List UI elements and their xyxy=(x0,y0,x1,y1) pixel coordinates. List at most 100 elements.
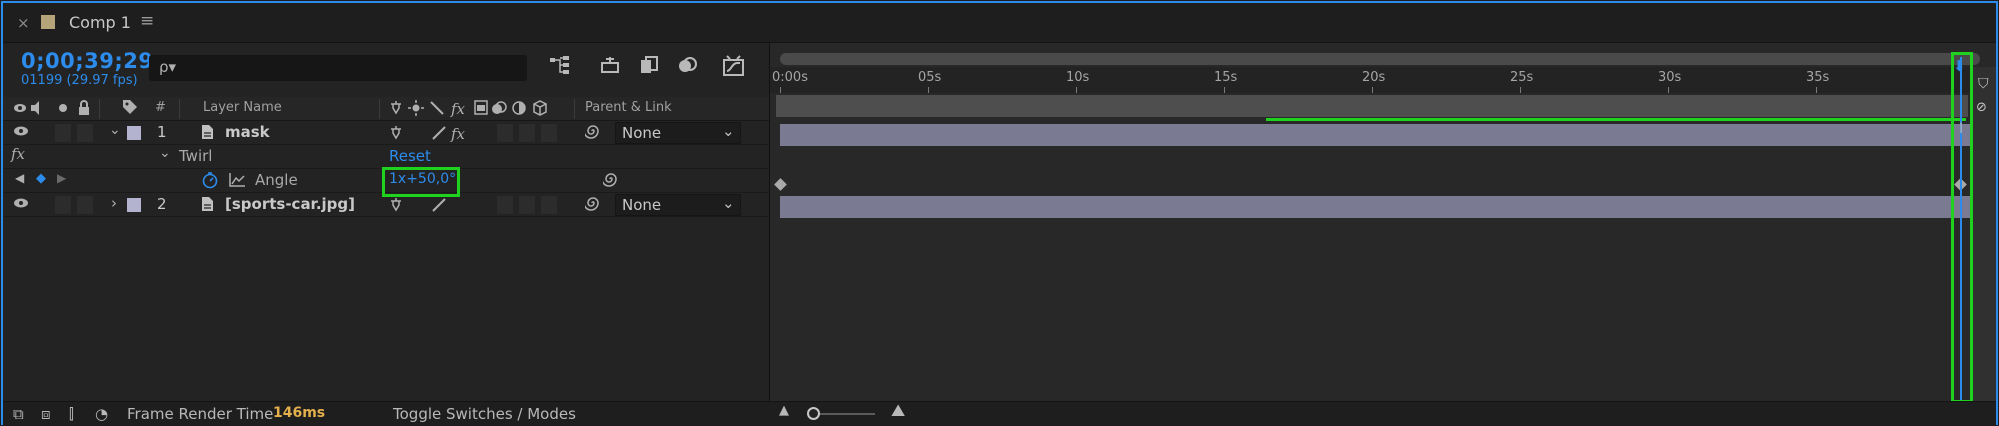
property-name: Angle xyxy=(255,171,298,189)
3d-layer-switch[interactable] xyxy=(541,196,557,214)
adjustment-switch[interactable] xyxy=(519,124,535,142)
label-tag-icon[interactable] xyxy=(121,98,139,120)
composition-panel: × Comp 1 ≡ 0;00;39;29 01199 (29.97 fps) … xyxy=(1,1,1998,425)
collapse-chevron-icon[interactable]: ⌄ xyxy=(109,122,121,138)
layer-row-mask[interactable]: ⌄ 1 mask fx None ⌄ xyxy=(3,121,769,145)
parent-dropdown[interactable]: None ⌄ xyxy=(615,122,741,144)
time-label-25: 25s xyxy=(1510,70,1534,85)
motion-blur-switch[interactable] xyxy=(497,196,513,214)
fx-icon: fx xyxy=(11,145,26,163)
transfer-controls-pane-icon[interactable]: ⧈ xyxy=(41,405,51,423)
layer-switches-icons[interactable]: fx xyxy=(389,123,479,147)
layer-number-header: # xyxy=(155,100,166,115)
layer-column-headers: # Layer Name fx Parent & Link xyxy=(3,97,769,121)
solo-switch[interactable] xyxy=(55,124,71,142)
layer-bar-sports-car[interactable] xyxy=(780,196,1970,218)
lock-switch[interactable] xyxy=(77,124,93,142)
in-out-pane-icon[interactable]: ⫿ xyxy=(69,405,74,423)
effect-row-twirl[interactable]: fx ⌄ Twirl Reset xyxy=(3,145,769,169)
current-timecode[interactable]: 0;00;39;29 xyxy=(21,49,153,73)
adjustment-switch[interactable] xyxy=(519,196,535,214)
prev-keyframe-icon[interactable]: ◀ xyxy=(15,171,24,185)
zoom-slider[interactable] xyxy=(813,413,875,415)
motion-blur-switch[interactable] xyxy=(497,124,513,142)
render-time-label: Frame Render Time xyxy=(127,405,274,423)
render-progress-line xyxy=(1266,118,1966,121)
zoom-in-icon[interactable]: ⛰ xyxy=(891,401,905,421)
motion-blur-icon[interactable] xyxy=(675,55,701,81)
composition-mini-flowchart-icon[interactable] xyxy=(547,55,573,81)
layer-file-icon xyxy=(201,196,214,216)
time-label-30: 30s xyxy=(1658,70,1682,85)
svg-text:fx: fx xyxy=(450,100,466,118)
time-label-10: 10s xyxy=(1066,70,1090,85)
timeline-footer: ⧉ ⧈ ⫿ ◔ Frame Render Time 146ms Toggle S… xyxy=(3,401,1996,425)
chevron-down-icon: ⌄ xyxy=(722,194,735,212)
playhead-marker-icon[interactable]: ⬇ xyxy=(1953,57,1966,75)
solo-switch[interactable] xyxy=(55,196,71,214)
chevron-down-icon: ⌄ xyxy=(722,122,735,140)
work-area-bar[interactable] xyxy=(776,95,1968,117)
comp-color-swatch xyxy=(41,15,55,29)
render-time-pane-icon[interactable]: ◔ xyxy=(95,405,108,423)
layer-search-input[interactable]: ρ▾ xyxy=(149,55,527,81)
3d-layer-switch[interactable] xyxy=(541,124,557,142)
stopwatch-icon[interactable] xyxy=(201,171,219,193)
timeline-area[interactable]: 0:00s 05s 10s 15s 20s 25s 30s 35s ⬇ ⛉ ⊘ xyxy=(770,43,1996,405)
toggle-switches-modes-button[interactable]: Toggle Switches / Modes xyxy=(393,405,576,423)
timeline-end-column xyxy=(1973,67,1996,405)
svg-text:fx: fx xyxy=(450,125,466,143)
time-label-0: 0:00s xyxy=(772,70,808,85)
draft-3d-icon[interactable] xyxy=(597,55,623,81)
time-label-5: 05s xyxy=(918,70,942,85)
layer-bar-mask[interactable] xyxy=(780,124,1970,146)
time-label-15: 15s xyxy=(1214,70,1238,85)
keyframe-diamond-icon[interactable]: ◆ xyxy=(36,171,46,186)
parent-dropdown-value: None xyxy=(622,124,662,142)
expand-chevron-icon[interactable]: › xyxy=(111,194,117,212)
parent-link-header[interactable]: Parent & Link xyxy=(585,100,672,115)
time-navigator-bar[interactable] xyxy=(780,53,1980,65)
comp-marker-bin-icon[interactable]: ⛉ xyxy=(1978,76,1989,92)
layer-label-swatch[interactable] xyxy=(127,126,141,140)
layer-name[interactable]: mask xyxy=(225,123,270,141)
time-ruler[interactable]: 0:00s 05s 10s 15s 20s 25s 30s 35s xyxy=(770,67,1996,93)
effect-name[interactable]: Twirl xyxy=(179,147,212,165)
panel-tab-bar: × Comp 1 ≡ xyxy=(3,3,1996,43)
layer-row-sports-car[interactable]: › 2 [sports-car.jpg] None ⌄ xyxy=(3,193,769,217)
pick-whip-icon[interactable] xyxy=(583,123,601,143)
layer-name[interactable]: [sports-car.jpg] xyxy=(225,195,355,213)
comp-tab-title[interactable]: Comp 1 xyxy=(69,13,131,32)
frame-blending-icon[interactable] xyxy=(637,55,663,81)
switches-header-icons: fx xyxy=(389,98,569,122)
pick-whip-marker-icon[interactable]: ⊘ xyxy=(1976,100,1987,115)
effect-reset-link[interactable]: Reset xyxy=(389,147,431,165)
zoom-slider-knob[interactable] xyxy=(807,407,820,420)
layer-name-header[interactable]: Layer Name xyxy=(203,100,282,115)
lock-switch[interactable] xyxy=(77,196,93,214)
pick-whip-icon[interactable] xyxy=(583,195,601,215)
keyframe-start[interactable] xyxy=(774,178,787,191)
cursor-i-beam-icon: I xyxy=(1959,121,1964,137)
time-label-20: 20s xyxy=(1362,70,1386,85)
layer-number: 2 xyxy=(157,195,167,213)
playhead-highlight xyxy=(1951,52,1973,403)
zoom-out-icon[interactable]: ▲ xyxy=(779,403,789,418)
expression-pick-whip-icon[interactable] xyxy=(601,171,619,191)
render-time-value: 146ms xyxy=(273,405,326,421)
visibility-eye-icon[interactable] xyxy=(13,123,29,143)
visibility-eye-icon[interactable] xyxy=(13,195,29,215)
panel-menu-icon[interactable]: ≡ xyxy=(140,11,154,31)
collapse-chevron-icon[interactable]: ⌄ xyxy=(159,145,171,161)
frame-count: 01199 (29.97 fps) xyxy=(21,73,138,88)
layer-label-swatch[interactable] xyxy=(127,198,141,212)
next-keyframe-icon[interactable]: ▶ xyxy=(57,171,66,185)
graph-icon[interactable] xyxy=(228,172,246,192)
parent-dropdown[interactable]: None ⌄ xyxy=(615,194,741,216)
graph-editor-icon[interactable] xyxy=(721,55,747,81)
close-tab-icon[interactable]: × xyxy=(17,14,30,32)
layer-switches-pane-icon[interactable]: ⧉ xyxy=(13,405,24,423)
search-icon: ρ▾ xyxy=(159,58,177,76)
video-visibility-icon[interactable] xyxy=(13,98,93,122)
layer-switches-icons[interactable] xyxy=(389,195,449,219)
